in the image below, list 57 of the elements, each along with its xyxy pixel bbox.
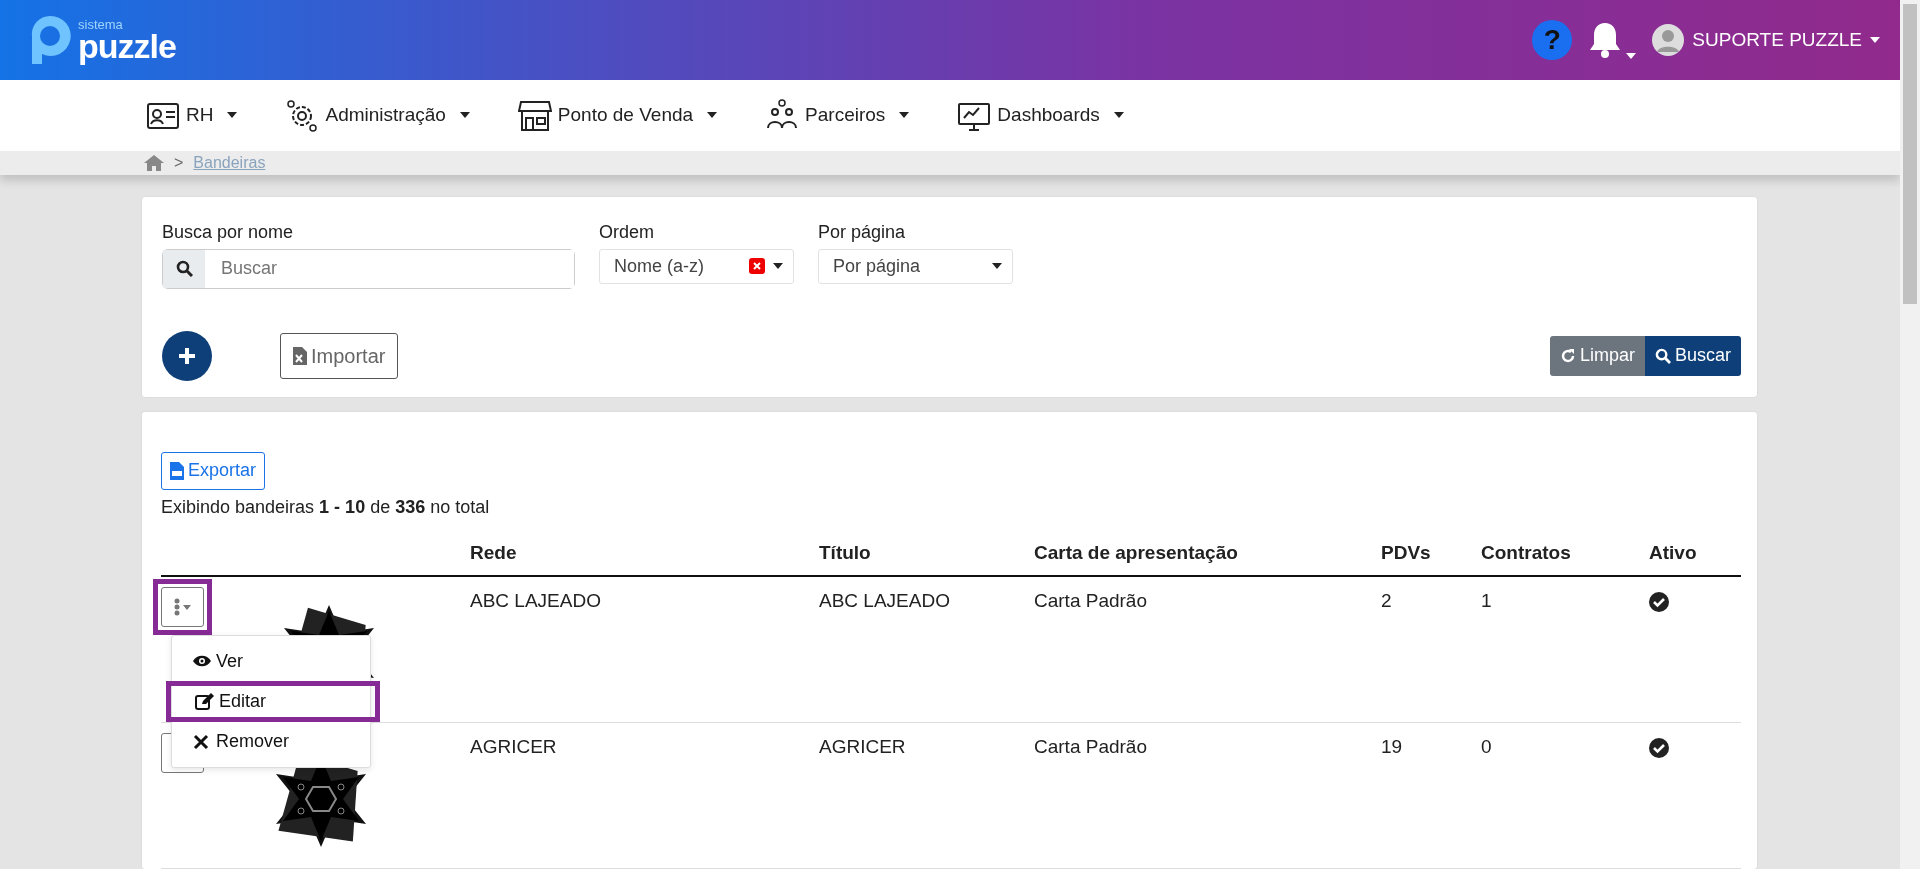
order-select[interactable]: Nome (a-z) [599, 248, 794, 284]
table-cell: 1 [1481, 576, 1649, 723]
table-cell: 0 [1481, 722, 1649, 869]
table-cell: AGRICER [819, 722, 1034, 869]
menu-item[interactable]: Editar [171, 686, 375, 717]
column-header: PDVs [1381, 530, 1481, 576]
column-header: Título [819, 530, 1034, 576]
field-label: Busca por nome [162, 220, 295, 244]
notifications-button[interactable] [1588, 21, 1637, 60]
table-cell: AGRICER [470, 722, 819, 869]
field-label: Ordem [599, 220, 655, 244]
scrollbar[interactable] [1900, 0, 1920, 869]
menu-item[interactable]: Ver [172, 642, 370, 681]
bell-icon [1588, 21, 1623, 60]
search-icon [175, 260, 193, 277]
column-header: Contratos [1481, 530, 1649, 576]
table-cell: ABC LAJEADO [819, 576, 1034, 723]
field-label: Por página [818, 220, 907, 244]
add-button[interactable] [162, 330, 212, 381]
nav-menu[interactable]: RH [146, 98, 238, 133]
menu-toggle-button[interactable] [161, 587, 204, 627]
table-cell: Carta Padrão [1034, 576, 1381, 723]
store-icon [517, 98, 552, 133]
column-header: Ativo [1649, 530, 1741, 576]
logo-subtitle: sistema [78, 18, 124, 32]
edit-icon [195, 692, 215, 711]
table-cell: 2 [1381, 576, 1481, 723]
results-summary: Exibindo bandeiras 1 - 10 de 336 no total [161, 495, 491, 519]
nav-menu[interactable]: Ponto de Venda [517, 98, 718, 133]
table-cell: 19 [1381, 722, 1481, 869]
search-icon [1654, 347, 1671, 364]
csv-file-icon [170, 461, 184, 480]
column-header: Carta de apresentação [1034, 530, 1381, 576]
table-cell: ABC LAJEADO [470, 576, 819, 723]
per-page-select[interactable]: Por página [818, 248, 1013, 284]
menu-item[interactable]: Remover [172, 722, 370, 761]
clear-button[interactable]: Limpar [1549, 335, 1645, 376]
import-button[interactable]: Importar [280, 332, 399, 379]
avatar-icon [1652, 24, 1685, 57]
refresh-icon [1559, 347, 1576, 364]
help-button[interactable]: ? [1532, 20, 1573, 61]
nav-menu[interactable]: Dashboards [957, 98, 1124, 133]
nav-menu[interactable]: Administração [285, 98, 470, 133]
search-field[interactable]: Buscar [162, 248, 575, 289]
column-header: Rede [470, 530, 819, 576]
dots-icon [174, 598, 180, 616]
excel-file-icon [293, 346, 307, 365]
export-button[interactable]: Exportar [161, 451, 266, 490]
plus-icon [178, 346, 196, 365]
user-menu[interactable]: SUPORTE PUZZLE [1652, 24, 1880, 57]
gears-icon [285, 98, 320, 133]
table-cell: Carta Padrão [1034, 722, 1381, 869]
clear-icon[interactable] [749, 258, 765, 274]
breadcrumb-separator: > [174, 152, 184, 173]
nav-menu[interactable]: Parceiros [765, 98, 910, 133]
search-button[interactable]: Buscar [1644, 335, 1741, 376]
home-icon[interactable] [144, 154, 164, 171]
